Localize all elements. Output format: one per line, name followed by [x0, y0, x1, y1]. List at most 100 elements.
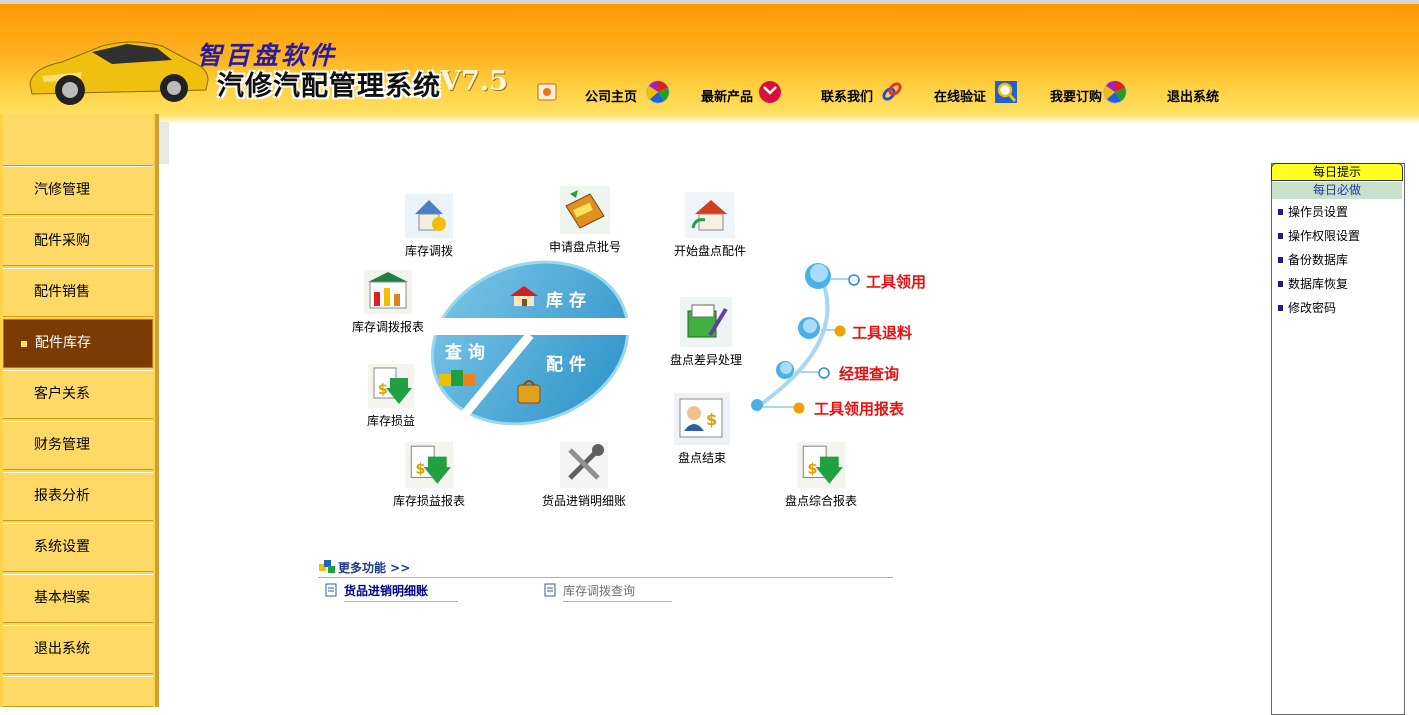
svg-text:$: $	[378, 382, 388, 398]
tip-change-password[interactable]: 修改密码	[1288, 299, 1336, 316]
sidebar-item-label: 退出系统	[34, 641, 90, 657]
magnifier-icon	[995, 81, 1017, 103]
sidebar-item-parts-purchase[interactable]: 配件采购	[3, 217, 153, 266]
disc-label-parts: 配 件	[546, 355, 586, 375]
feature-label: 库存损益报表	[392, 494, 465, 508]
nav-company-home[interactable]: 公司主页	[585, 86, 637, 105]
chain-link-icon	[882, 82, 902, 101]
circle-filled-icon	[793, 402, 805, 414]
sidebar-item-finance[interactable]: 财务管理	[3, 421, 153, 470]
sidebar-item-label: 配件销售	[34, 284, 90, 300]
sidebar-item-exit[interactable]: 退出系统	[3, 625, 153, 674]
sidebar-footer-blank	[3, 676, 153, 707]
more-functions-title[interactable]: 更多功能 >>	[338, 559, 410, 576]
tip-restore-database[interactable]: 数据库恢复	[1288, 275, 1348, 292]
disc-label-inventory: 库 存	[546, 291, 586, 311]
nav-exit-system[interactable]: 退出系统	[1167, 86, 1219, 105]
sidebar-item-parts-sales[interactable]: 配件销售	[3, 268, 153, 317]
bag-icon	[517, 380, 541, 404]
tag-icon	[560, 186, 610, 234]
sidebar-header-blank	[3, 114, 153, 166]
red-ball-icon	[759, 81, 781, 103]
daily-must-do-subtitle: 每日必做	[1272, 182, 1402, 199]
feature-label: 货品进销明细账	[541, 494, 626, 508]
feature-inventory-transfer[interactable]: 库存调拨	[395, 194, 463, 259]
colorful-star-icon	[1103, 80, 1127, 104]
feature-label: 库存调拨报表	[351, 320, 424, 334]
tool-borrow-report-link[interactable]: 工具领用报表	[814, 398, 904, 419]
link-goods-ledger[interactable]: 货品进销明细账	[344, 582, 458, 602]
bullet-icon	[1278, 305, 1283, 311]
disc-label-query: 查 询	[445, 343, 485, 363]
circle-filled-icon	[834, 325, 846, 337]
tip-operator-settings[interactable]: 操作员设置	[1288, 203, 1348, 220]
daily-tips-title: 每日提示	[1271, 163, 1403, 181]
circle-open-icon	[848, 274, 860, 286]
house-transfer-icon	[405, 194, 453, 238]
sidebar-item-label: 财务管理	[34, 437, 90, 453]
home-note-icon[interactable]	[536, 80, 560, 104]
feature-goods-ledger[interactable]: 货品进销明细账	[536, 442, 632, 509]
nav-new-products[interactable]: 最新产品	[701, 86, 753, 105]
feature-label: 盘点差异处理	[669, 353, 742, 367]
tool-borrow-link[interactable]: 工具领用	[866, 271, 926, 292]
bullet-icon	[1278, 257, 1283, 263]
daily-tips-panel	[1271, 163, 1405, 715]
money-doc-icon: $	[797, 442, 845, 488]
sidebar-item-label: 报表分析	[34, 488, 90, 504]
manager-query-link[interactable]: 经理查询	[839, 363, 899, 384]
sidebar-item-settings[interactable]: 系统设置	[3, 523, 153, 572]
feature-start-count[interactable]: 开始盘点配件	[670, 192, 750, 259]
feature-transfer-report[interactable]: 库存调拨报表	[350, 270, 426, 335]
sidebar-item-parts-inventory[interactable]: 配件库存	[3, 319, 153, 368]
house-arrow-icon	[685, 192, 735, 238]
active-bullet-icon	[21, 341, 27, 347]
sidebar-item-label: 汽修管理	[34, 182, 90, 198]
tip-permission-settings[interactable]: 操作权限设置	[1288, 227, 1360, 244]
sidebar-item-label: 基本档案	[34, 590, 90, 606]
feature-count-summary-report[interactable]: $ 盘点综合报表	[780, 442, 862, 509]
feature-count-difference[interactable]: 盘点差异处理	[666, 297, 746, 368]
feature-label: 库存损益	[366, 414, 415, 428]
nav-order[interactable]: 我要订购	[1050, 86, 1102, 105]
edit-box-icon	[680, 297, 732, 347]
feature-profit-loss-report[interactable]: $ 库存损益报表	[388, 442, 470, 509]
feature-label: 开始盘点配件	[673, 244, 746, 258]
bullet-icon	[1278, 209, 1283, 215]
bullet-icon	[1278, 281, 1283, 287]
colorful-star-icon	[646, 80, 670, 104]
nav-contact-us[interactable]: 联系我们	[821, 86, 873, 105]
product-title: 汽修汽配管理系统	[217, 71, 441, 102]
sidebar-item-label: 配件库存	[35, 335, 91, 351]
svg-text:$: $	[706, 410, 717, 429]
sidebar-item-label: 配件采购	[34, 233, 90, 249]
feature-label: 库存调拨	[404, 244, 453, 258]
circle-open-icon	[818, 367, 830, 379]
money-doc-icon: $	[405, 442, 453, 488]
sidebar-item-label: 系统设置	[34, 539, 90, 555]
tool-return-link[interactable]: 工具退料	[852, 322, 912, 343]
feature-label: 盘点结束	[677, 451, 726, 465]
sidebar-item-reports[interactable]: 报表分析	[3, 472, 153, 521]
tip-backup-database[interactable]: 备份数据库	[1288, 251, 1348, 268]
document-icon	[325, 583, 337, 597]
money-doc-icon: $	[368, 364, 414, 408]
feature-end-count[interactable]: $ 盘点结束	[666, 393, 738, 466]
person-card-icon: $	[674, 393, 730, 445]
nav-online-verify[interactable]: 在线验证	[934, 86, 986, 105]
sidebar-item-label: 客户关系	[34, 386, 90, 402]
svg-text:$: $	[807, 460, 817, 477]
link-transfer-query[interactable]: 库存调拨查询	[563, 582, 672, 602]
house-icon	[510, 286, 538, 306]
version-label: V7.5	[440, 66, 508, 97]
feature-apply-count-batch[interactable]: 申请盘点批号	[540, 186, 630, 255]
sidebar-item-basic-files[interactable]: 基本档案	[3, 574, 153, 623]
sports-car-logo	[29, 41, 209, 105]
svg-text:$: $	[415, 460, 425, 477]
bullet-icon	[1278, 233, 1283, 239]
sidebar-item-customer[interactable]: 客户关系	[3, 370, 153, 419]
feature-label: 申请盘点批号	[548, 240, 621, 254]
feature-inventory-profit-loss[interactable]: $ 库存损益	[355, 364, 427, 429]
main-top-bar	[159, 114, 1419, 122]
sidebar-item-repair[interactable]: 汽修管理	[3, 166, 153, 215]
